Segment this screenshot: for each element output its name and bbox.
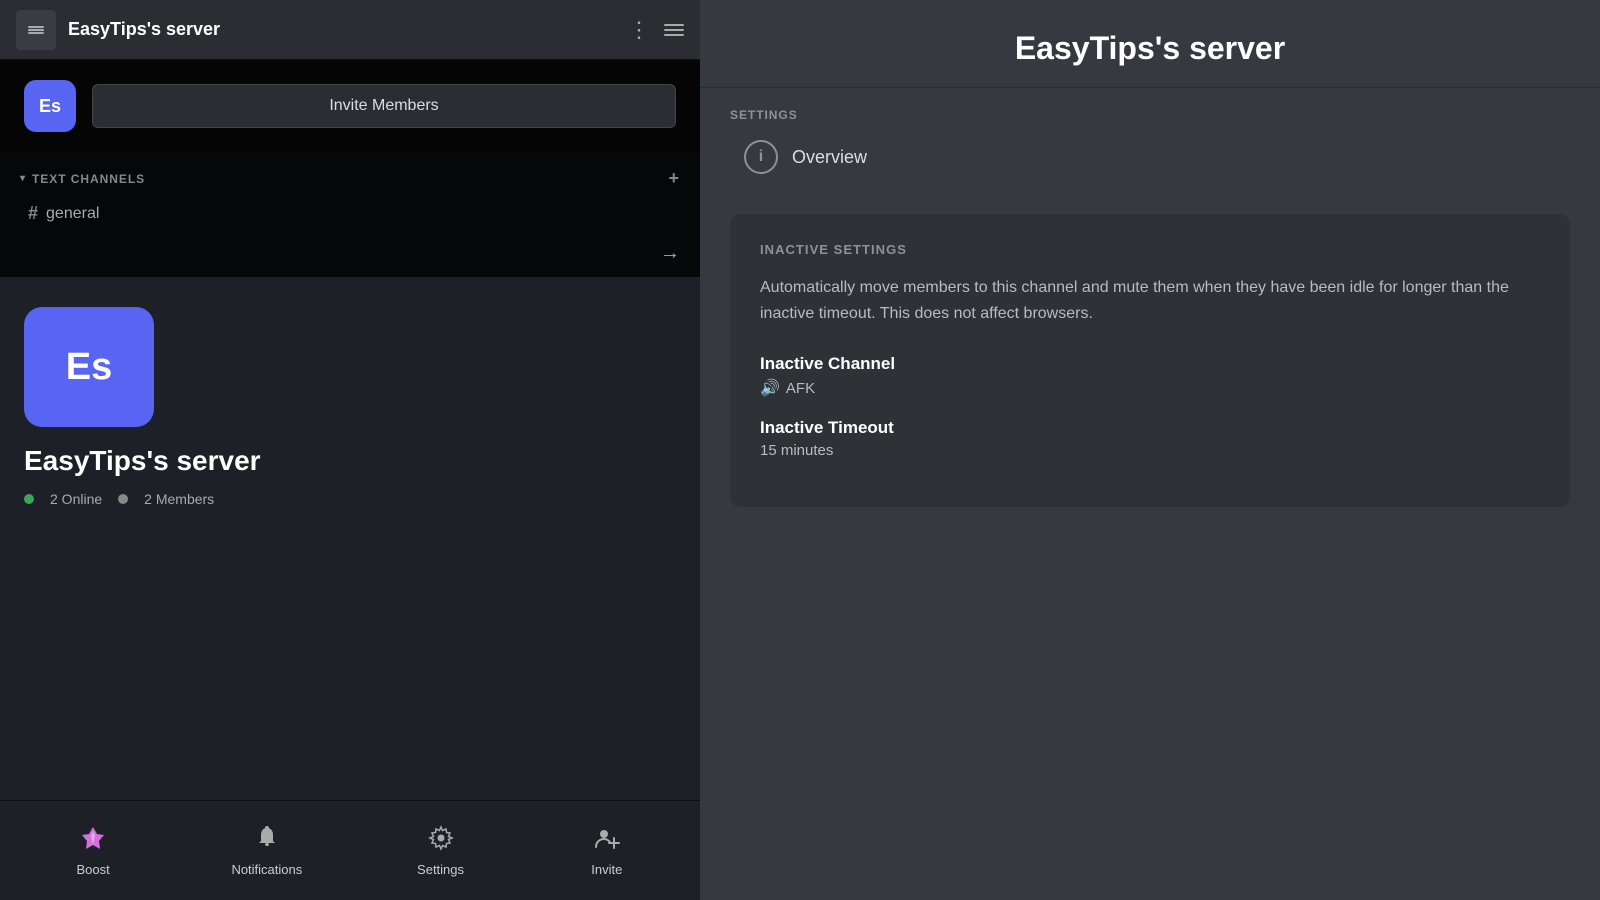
- inactive-settings-card: INACTIVE SETTINGS Automatically move mem…: [730, 214, 1570, 507]
- notifications-icon: [254, 825, 280, 858]
- nav-boost[interactable]: Boost: [53, 817, 133, 885]
- left-panel: EasyTips's server ⋮ Es Invite Members ▾ …: [0, 0, 700, 900]
- inactive-timeout-label: Inactive Timeout: [760, 418, 1540, 438]
- hash-icon: #: [28, 203, 38, 224]
- channels-header-left: ▾ TEXT CHANNELS: [20, 172, 145, 186]
- text-channels-label: TEXT CHANNELS: [32, 172, 145, 186]
- invite-section: Es Invite Members: [0, 60, 700, 152]
- server-icon-topbar: [16, 10, 56, 50]
- top-bar: EasyTips's server ⋮: [0, 0, 700, 60]
- inactive-channel-field: Inactive Channel 🔊 AFK: [760, 354, 1540, 398]
- invite-icon: [594, 825, 620, 858]
- settings-nav: SETTINGS i Overview: [700, 88, 1600, 204]
- server-icon-large: Es: [24, 307, 154, 427]
- channel-name: general: [46, 205, 99, 223]
- overview-nav-item[interactable]: i Overview: [730, 130, 1570, 184]
- bottom-nav: Boost Notifications Settings: [0, 800, 700, 900]
- channel-general[interactable]: # general: [20, 197, 680, 230]
- notifications-label: Notifications: [231, 862, 302, 877]
- inactive-timeout-field: Inactive Timeout 15 minutes: [760, 418, 1540, 459]
- nav-invite[interactable]: Invite: [567, 817, 647, 885]
- settings-label: Settings: [417, 862, 464, 877]
- boost-icon: [80, 825, 106, 858]
- chevron-icon: ▾: [20, 173, 26, 184]
- settings-icon: [428, 825, 454, 858]
- right-panel: EasyTips's server SETTINGS i Overview IN…: [700, 0, 1600, 900]
- invite-label: Invite: [591, 862, 622, 877]
- channels-section: ▾ TEXT CHANNELS + # general: [0, 152, 700, 238]
- member-count: 2 Members: [144, 491, 214, 507]
- server-stats: 2 Online 2 Members: [24, 491, 676, 507]
- inactive-description: Automatically move members to this chann…: [760, 275, 1540, 326]
- member-dot: [118, 494, 128, 504]
- right-panel-title: EasyTips's server: [740, 30, 1560, 67]
- nav-settings[interactable]: Settings: [401, 817, 481, 885]
- add-channel-button[interactable]: +: [669, 168, 680, 189]
- inactive-timeout-minutes: 15 minutes: [760, 442, 833, 459]
- online-dot: [24, 494, 34, 504]
- server-icon-invite: Es: [24, 80, 76, 132]
- menu-button[interactable]: [664, 24, 684, 36]
- online-count: 2 Online: [50, 491, 102, 507]
- info-icon: i: [744, 140, 778, 174]
- server-name-large: EasyTips's server: [24, 445, 676, 477]
- settings-section-label: SETTINGS: [730, 108, 1570, 122]
- right-header: EasyTips's server: [700, 0, 1600, 88]
- more-options-button[interactable]: ⋮: [628, 17, 652, 43]
- inactive-channel-value: 🔊 AFK: [760, 378, 1540, 398]
- speaker-icon: 🔊: [760, 378, 780, 398]
- topbar-server-name: EasyTips's server: [68, 19, 616, 40]
- inactive-settings-label: INACTIVE SETTINGS: [760, 242, 1540, 257]
- boost-label: Boost: [77, 862, 110, 877]
- overview-label: Overview: [792, 147, 867, 168]
- arrow-right-icon: →: [660, 242, 680, 265]
- arrow-row: →: [0, 238, 700, 277]
- inactive-channel-label: Inactive Channel: [760, 354, 1540, 374]
- inactive-timeout-value: 15 minutes: [760, 442, 1540, 459]
- nav-notifications[interactable]: Notifications: [219, 817, 314, 885]
- text-channels-header: ▾ TEXT CHANNELS +: [20, 168, 680, 189]
- invite-members-button[interactable]: Invite Members: [92, 84, 676, 128]
- server-profile-card: Es EasyTips's server 2 Online 2 Members: [0, 277, 700, 800]
- inactive-channel-name: AFK: [786, 380, 815, 397]
